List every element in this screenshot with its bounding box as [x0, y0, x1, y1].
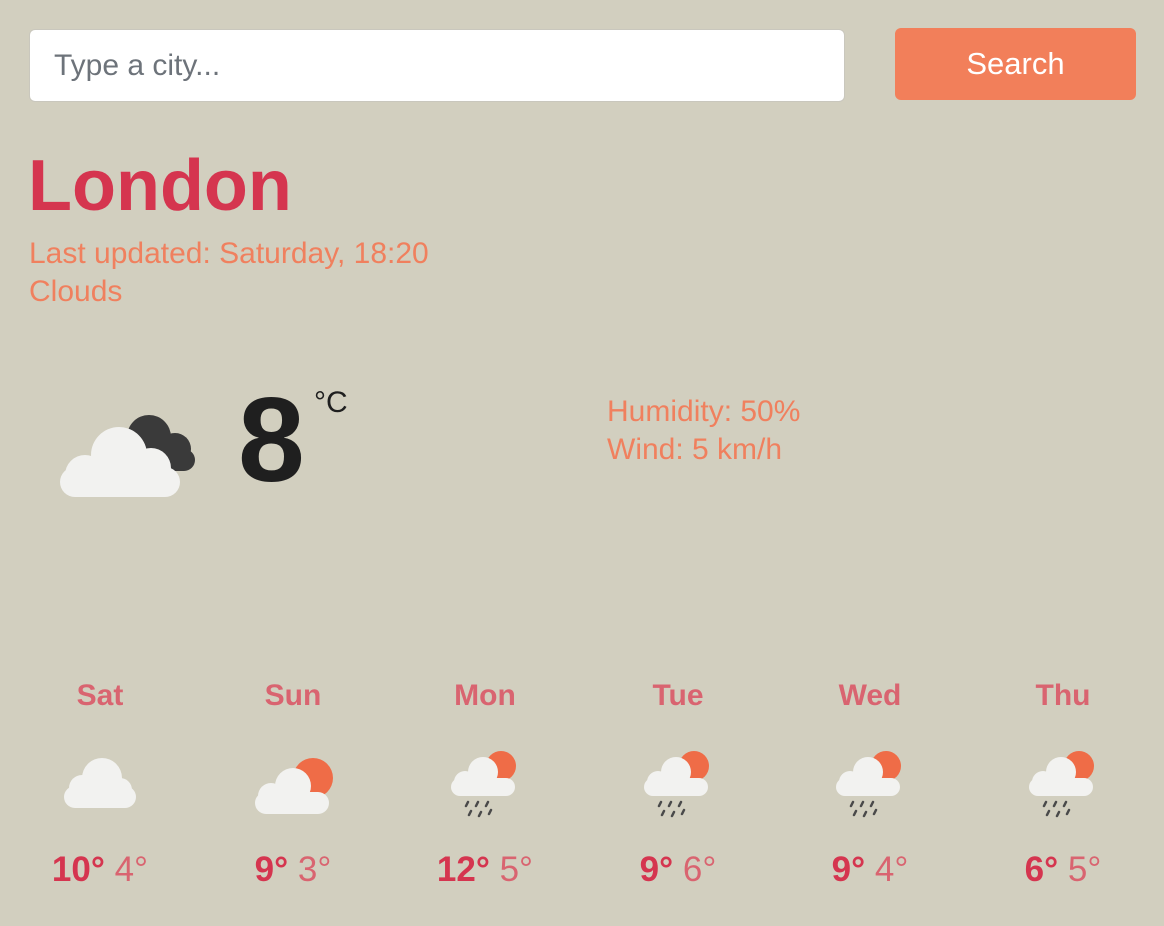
forecast-day-name: Sun	[264, 679, 322, 712]
temperature-unit[interactable]: °C	[314, 386, 348, 420]
forecast-day: Thu 6° 5°	[967, 676, 1159, 890]
forecast-day: Sat 10° 4°	[4, 676, 196, 890]
forecast-min-temp: 3°	[297, 850, 332, 889]
forecast-max-temp: 10°	[51, 850, 105, 889]
rain-sun-cloud-icon	[644, 751, 709, 818]
cloud-icon	[64, 758, 136, 808]
forecast-temps: 9° 6°	[582, 850, 774, 890]
forecast-min-temp: 4°	[114, 850, 149, 889]
forecast-max-temp: 9°	[254, 850, 289, 889]
forecast-max-temp: 9°	[831, 850, 866, 889]
forecast-day: Mon 12° 5°	[389, 676, 581, 890]
weather-condition: Clouds	[29, 275, 123, 308]
forecast-max-temp: 6°	[1024, 850, 1059, 889]
current-temperature: 8	[238, 373, 305, 507]
forecast-min-temp: 5°	[499, 850, 534, 889]
forecast-temps: 9° 3°	[197, 850, 389, 890]
forecast-min-temp: 6°	[682, 850, 717, 889]
rain-sun-cloud-icon	[451, 751, 516, 818]
forecast-temps: 6° 5°	[967, 850, 1159, 890]
forecast-min-temp: 4°	[874, 850, 909, 889]
forecast: Sat 10° 4° Sun 9° 3° Mon 12° 5° Tue 9° 6…	[0, 676, 1164, 916]
city-search-input[interactable]	[29, 29, 845, 102]
search-button[interactable]: Search	[895, 28, 1136, 100]
forecast-temps: 10° 4°	[4, 850, 196, 890]
humidity: Humidity: 50%	[607, 395, 801, 428]
rain-sun-cloud-icon	[1029, 751, 1094, 818]
rain-sun-cloud-icon	[836, 751, 901, 818]
last-updated: Last updated: Saturday, 18:20	[29, 237, 429, 270]
forecast-day-name: Tue	[652, 679, 704, 712]
forecast-day-name: Wed	[838, 679, 902, 712]
broken-clouds-icon	[60, 415, 195, 497]
weather-details: Humidity: 50% Wind: 5 km/h	[607, 393, 800, 468]
forecast-day-name: Thu	[1035, 679, 1091, 712]
wind-speed: Wind: 5 km/h	[607, 432, 783, 466]
forecast-day-name: Mon	[454, 679, 516, 712]
forecast-min-temp: 5°	[1067, 850, 1102, 889]
forecast-day: Wed 9° 4°	[774, 676, 966, 890]
sun-behind-cloud-icon	[255, 758, 333, 814]
city-name: London	[28, 146, 292, 226]
forecast-max-temp: 12°	[436, 850, 490, 889]
forecast-day: Tue 9° 6°	[582, 676, 774, 890]
forecast-day-name: Sat	[76, 679, 124, 712]
forecast-max-temp: 9°	[639, 850, 674, 889]
forecast-day: Sun 9° 3°	[197, 676, 389, 890]
forecast-temps: 12° 5°	[389, 850, 581, 890]
forecast-temps: 9° 4°	[774, 850, 966, 890]
